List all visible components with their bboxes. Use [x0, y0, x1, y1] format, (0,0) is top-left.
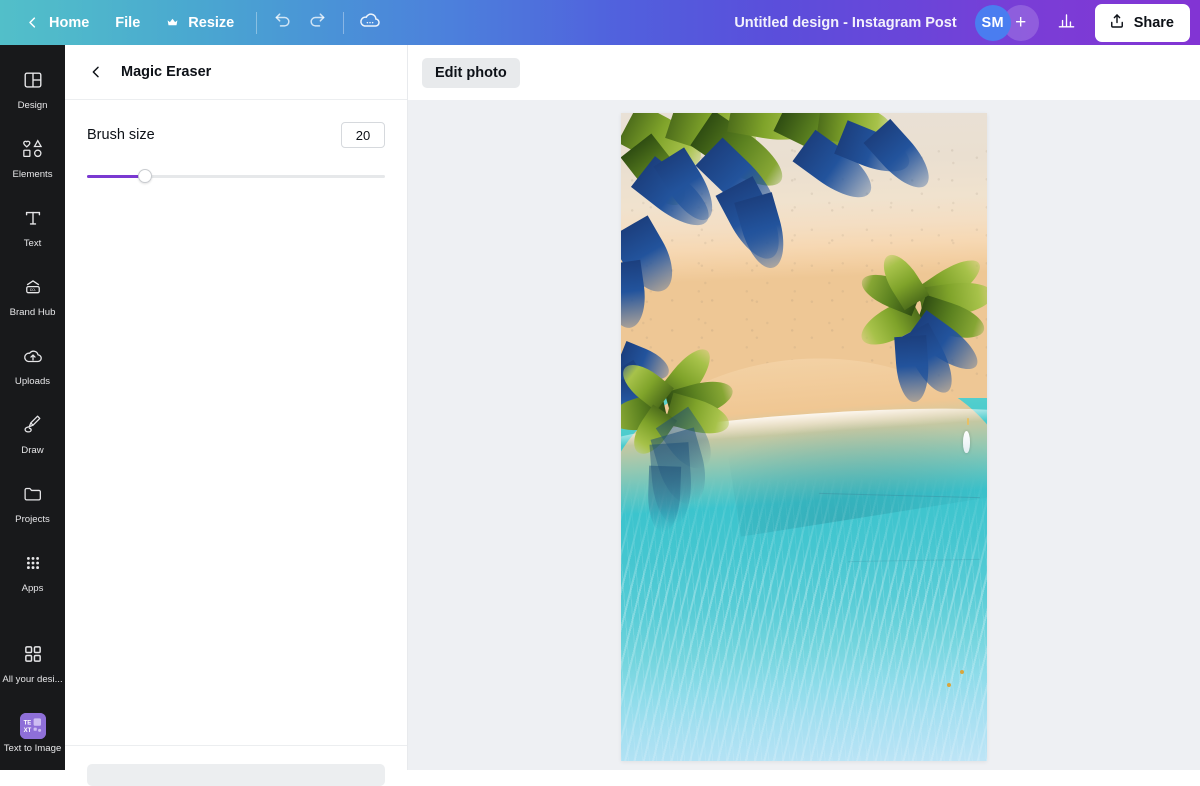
text-to-image-icon: TE XT	[19, 712, 46, 739]
palm-shadow-frond	[893, 335, 931, 404]
crown-icon	[166, 16, 179, 29]
brush-size-label: Brush size	[87, 127, 155, 143]
sidebar-item-text-to-image[interactable]: TE XT Text to Image	[2, 702, 64, 765]
sidebar-item-uploads[interactable]: Uploads	[2, 335, 64, 398]
sidebar-label-text-to-image: Text to Image	[3, 742, 62, 754]
share-button[interactable]: Share	[1094, 3, 1190, 42]
left-sidebar-rail: Design Elements Text co. Brand Hub Uploa…	[0, 45, 65, 770]
brand-hub-icon: co.	[22, 276, 44, 303]
cloud-saving-icon	[358, 8, 382, 37]
draw-pen-icon	[22, 414, 44, 441]
redo-button[interactable]	[300, 6, 334, 40]
brush-size-input[interactable]: 20	[341, 122, 385, 148]
sidebar-item-elements[interactable]: Elements	[2, 128, 64, 191]
boat-mast	[967, 417, 970, 425]
top-bar: Home File Resize Untitled design - Insta…	[0, 0, 1200, 45]
panel-back-button[interactable]	[85, 61, 107, 83]
top-bar-right-group: Untitled design - Instagram Post SM + Sh…	[722, 0, 1200, 45]
magic-eraser-panel: Magic Eraser Brush size 20	[65, 45, 408, 786]
panel-footer	[65, 745, 407, 786]
slider-thumb[interactable]	[138, 169, 153, 183]
undo-arrow-icon	[273, 10, 293, 35]
sidebar-label-draw: Draw	[21, 445, 44, 457]
sidebar-label-text: Text	[23, 238, 42, 250]
brush-size-row: Brush size 20	[87, 122, 385, 148]
sidebar-label-projects: Projects	[15, 514, 50, 526]
all-designs-grid-icon	[22, 643, 44, 670]
sidebar-label-design: Design	[17, 100, 48, 112]
sidebar-item-apps[interactable]: Apps	[2, 542, 64, 605]
share-label: Share	[1133, 14, 1174, 31]
home-button[interactable]: Home	[12, 9, 102, 37]
panel-body: Brush size 20	[65, 100, 407, 745]
document-title[interactable]: Untitled design - Instagram Post	[722, 9, 968, 37]
toolbar-divider-2	[343, 11, 345, 34]
buoy	[946, 683, 951, 688]
file-label: File	[115, 14, 141, 31]
sidebar-label-all-your-designs: All your desi...	[2, 674, 63, 686]
sidebar-item-brand-hub[interactable]: co. Brand Hub	[2, 266, 64, 329]
palm-water-shadow	[646, 465, 682, 533]
design-layout-icon	[22, 69, 44, 96]
slider-fill	[87, 175, 146, 178]
redo-arrow-icon	[307, 10, 327, 35]
sidebar-item-all-your-designs[interactable]: All your desi...	[2, 633, 64, 696]
avatar[interactable]: SM	[974, 4, 1011, 41]
resize-label: Resize	[188, 14, 235, 31]
chevron-left-icon	[25, 15, 40, 30]
svg-text:co.: co.	[29, 288, 36, 293]
sidebar-item-projects[interactable]: Projects	[2, 473, 64, 536]
canvas-toolbar: Edit photo	[408, 45, 1200, 100]
sidebar-label-elements: Elements	[12, 169, 53, 181]
sidebar-item-design[interactable]: Design	[2, 59, 64, 122]
svg-text:TE: TE	[23, 720, 31, 726]
panel-title: Magic Eraser	[121, 64, 212, 80]
sidebar-label-brand-hub: Brand Hub	[9, 307, 56, 319]
share-upload-icon	[1108, 12, 1126, 34]
design-canvas[interactable]	[621, 113, 987, 761]
sidebar-item-text[interactable]: Text	[2, 197, 64, 260]
elements-shapes-icon	[21, 138, 45, 165]
sidebar-item-draw[interactable]: Draw	[2, 404, 64, 467]
bar-chart-icon	[1057, 11, 1076, 35]
brush-size-slider[interactable]	[87, 168, 385, 184]
panel-header: Magic Eraser	[65, 45, 407, 100]
toolbar-divider-1	[256, 11, 258, 34]
collaborators-group: SM +	[974, 4, 1039, 41]
sailboat	[963, 430, 971, 453]
upload-cloud-icon	[22, 345, 44, 372]
home-label: Home	[49, 14, 90, 31]
canvas-area[interactable]	[408, 100, 1200, 770]
top-bar-left-group: Home File Resize	[0, 0, 387, 45]
apps-grid-icon	[22, 552, 44, 579]
workspace: Edit photo	[408, 45, 1200, 770]
resize-button[interactable]: Resize	[153, 9, 247, 37]
buoy	[959, 670, 964, 675]
analytics-button[interactable]	[1049, 5, 1085, 41]
file-menu-button[interactable]: File	[102, 9, 153, 37]
edit-photo-button[interactable]: Edit photo	[422, 57, 520, 88]
sidebar-label-apps: Apps	[21, 583, 44, 595]
cloud-save-status-button[interactable]	[353, 6, 387, 40]
undo-button[interactable]	[266, 6, 300, 40]
svg-text:XT: XT	[23, 728, 31, 734]
sidebar-label-uploads: Uploads	[14, 376, 51, 388]
projects-folder-icon	[22, 483, 44, 510]
panel-footer-action-bar[interactable]	[87, 764, 385, 786]
text-t-icon	[22, 207, 44, 234]
